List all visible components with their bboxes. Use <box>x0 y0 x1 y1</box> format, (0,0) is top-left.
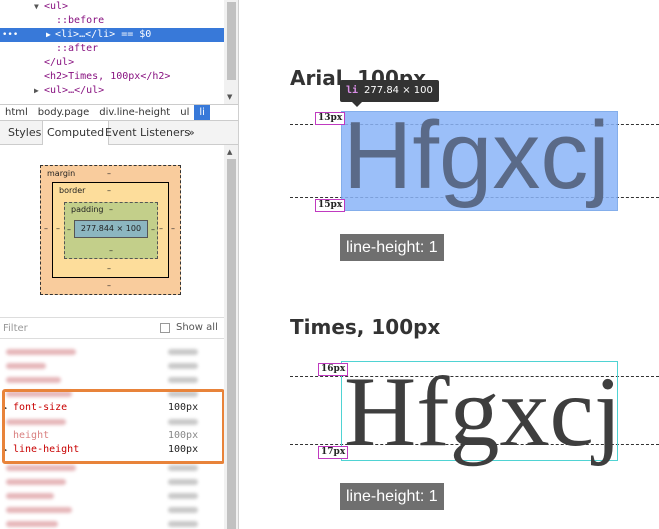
breadcrumb: html body.page div.line-height ul li <box>0 104 238 121</box>
more-tabs-chevron-icon[interactable]: » <box>184 121 199 144</box>
annotation-highlight-box <box>2 389 224 464</box>
arial-line-height-badge: line-height: 1 <box>340 234 444 261</box>
dom-node-text: ::before <box>56 15 105 26</box>
margin-right-value[interactable]: – <box>171 224 175 233</box>
more-dots-icon[interactable]: ••• <box>2 28 18 42</box>
dom-node-text: <h2>Times, 100px</h2> <box>44 71 171 82</box>
rendered-page: Arial, 100px Hfgxcj 13px 15px li 277.84 ×… <box>240 0 659 529</box>
dom-node-text: <li>…</li> == $0 <box>55 29 152 40</box>
dom-node-after[interactable]: ::after <box>0 42 224 56</box>
border-bottom-value[interactable]: – <box>107 264 111 273</box>
border-left-value[interactable]: – <box>56 224 60 233</box>
tooltip-arrow-icon <box>352 102 362 107</box>
devtools-panel: ▼ <ul> ::before ••• ▶ <li>…</li> == $0 :… <box>0 0 239 529</box>
margin-left-value[interactable]: – <box>44 224 48 233</box>
dom-node-ul[interactable]: ▼ <ul> <box>0 0 224 14</box>
computed-scrollbar[interactable]: ▲ <box>224 145 238 529</box>
times-top-gap-label: 16px <box>318 363 349 376</box>
margin-label: margin <box>47 169 76 178</box>
padding-top-value[interactable]: – <box>109 205 113 214</box>
breadcrumb-body[interactable]: body.page <box>33 105 94 120</box>
arial-sample-text: Hfgxcj <box>343 102 610 209</box>
expanded-triangle-icon[interactable]: ▼ <box>34 0 39 14</box>
dom-tree[interactable]: ▼ <ul> ::before ••• ▶ <li>…</li> == $0 :… <box>0 0 224 104</box>
blurred-property-row <box>0 517 224 529</box>
margin-top-value[interactable]: – <box>107 169 111 178</box>
padding-bottom-value[interactable]: – <box>109 246 113 255</box>
padding-right-value[interactable]: – <box>151 225 155 234</box>
blurred-property-row <box>0 475 224 489</box>
dom-node-text: </ul> <box>44 57 75 68</box>
filter-input[interactable]: Filter <box>3 323 28 334</box>
arial-bottom-gap-label: 15px <box>315 199 346 212</box>
breadcrumb-div[interactable]: div.line-height <box>94 105 175 120</box>
scrollbar-thumb[interactable] <box>227 159 236 529</box>
scroll-down-arrow-icon[interactable]: ▼ <box>227 93 232 101</box>
times-sample-text: Hfgxcj <box>344 356 622 467</box>
dom-node-text: ::after <box>56 43 99 54</box>
border-label: border <box>59 186 86 195</box>
margin-bottom-value[interactable]: – <box>107 281 111 290</box>
dom-node-before[interactable]: ::before <box>0 14 224 28</box>
blurred-property-row <box>0 359 224 373</box>
tooltip-tag: li <box>346 85 359 96</box>
border-right-value[interactable]: – <box>159 224 163 233</box>
tab-computed[interactable]: Computed <box>42 121 110 145</box>
breadcrumb-html[interactable]: html <box>0 105 33 120</box>
box-model-content[interactable]: 277.844 × 100 <box>74 220 148 238</box>
breadcrumb-li[interactable]: li <box>194 105 210 120</box>
padding-left-value[interactable]: – <box>67 225 71 234</box>
times-heading: Times, 100px <box>290 315 441 339</box>
blurred-property-row <box>0 345 224 359</box>
element-tooltip: li 277.84 × 100 <box>340 80 439 107</box>
scrollbar-thumb[interactable] <box>227 2 236 80</box>
breadcrumb-ul[interactable]: ul <box>175 105 194 120</box>
dom-node-text: <ul>…</ul> <box>44 85 105 96</box>
tooltip-size: 277.84 × 100 <box>364 85 433 96</box>
blurred-property-row <box>0 373 224 387</box>
collapsed-triangle-icon[interactable]: ▶ <box>46 28 51 42</box>
scroll-up-arrow-icon[interactable]: ▲ <box>227 148 232 156</box>
dom-node-ul-close[interactable]: </ul> <box>0 56 224 70</box>
dom-node-text: <ul> <box>44 1 69 12</box>
tab-styles[interactable]: Styles <box>4 121 45 144</box>
times-bottom-gap-label: 17px <box>318 446 349 459</box>
dom-node-li-selected[interactable]: ••• ▶ <li>…</li> == $0 <box>0 28 224 42</box>
sidebar-tabs: Styles Computed Event Listeners » <box>0 121 238 145</box>
blurred-property-row <box>0 489 224 503</box>
computed-pane: margin – – – – border – – – – padding – … <box>0 145 224 529</box>
show-all-label: Show all <box>176 322 218 333</box>
show-all-checkbox[interactable] <box>160 323 170 333</box>
arial-top-gap-label: 13px <box>315 112 346 125</box>
dom-tree-scrollbar[interactable]: ▼ <box>224 0 238 104</box>
tab-event-listeners[interactable]: Event Listeners <box>101 121 194 144</box>
padding-label: padding <box>71 205 104 214</box>
collapsed-triangle-icon[interactable]: ▶ <box>34 84 39 98</box>
border-top-value[interactable]: – <box>107 186 111 195</box>
times-line-height-badge: line-height: 1 <box>340 483 444 510</box>
filter-bar: Filter Show all <box>0 317 224 339</box>
dom-node-ul-collapsed[interactable]: ▶ <ul>…</ul> <box>0 84 224 98</box>
blurred-property-row <box>0 503 224 517</box>
dom-node-h2[interactable]: <h2>Times, 100px</h2> <box>0 70 224 84</box>
